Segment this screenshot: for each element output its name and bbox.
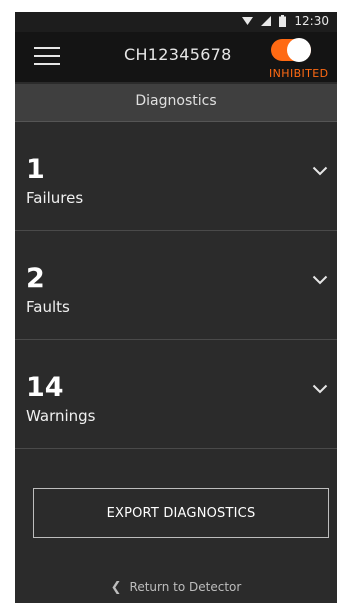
app-bar: CH12345678 INHIBITED <box>15 32 337 82</box>
diagnostic-row-failures[interactable]: 1 Failures <box>15 122 337 231</box>
inhibit-toggle[interactable] <box>271 38 311 62</box>
diagnostic-row-faults[interactable]: 2 Faults <box>15 231 337 340</box>
chevron-down-icon[interactable] <box>312 166 328 176</box>
faults-count: 2 <box>26 263 45 294</box>
hamburger-menu-icon[interactable] <box>34 45 60 67</box>
diagnostic-row-warnings[interactable]: 14 Warnings <box>15 340 337 449</box>
toggle-knob <box>287 38 311 62</box>
chevron-down-icon[interactable] <box>312 384 328 394</box>
warnings-label: Warnings <box>26 407 96 425</box>
chevron-down-icon[interactable] <box>312 275 328 285</box>
wifi-icon <box>242 16 254 26</box>
status-bar: 12:30 <box>15 12 337 32</box>
failures-label: Failures <box>26 189 84 207</box>
faults-label: Faults <box>26 298 70 316</box>
inhibit-status-label: INHIBITED <box>269 67 329 80</box>
device-id-title: CH12345678 <box>124 45 232 64</box>
return-link-label: Return to Detector <box>129 580 242 594</box>
warnings-count: 14 <box>26 372 64 403</box>
battery-icon <box>279 15 287 27</box>
status-time: 12:30 <box>294 14 329 28</box>
export-diagnostics-button[interactable]: EXPORT DIAGNOSTICS <box>33 488 329 538</box>
page-title: Diagnostics <box>135 93 217 109</box>
failures-count: 1 <box>26 154 45 185</box>
signal-icon <box>261 16 272 26</box>
app-screen: 12:30 CH12345678 INHIBITED Diagnostics 1… <box>15 12 337 603</box>
page-header: Diagnostics <box>15 84 337 122</box>
chevron-left-icon: ❮ <box>110 580 122 595</box>
return-to-detector-link[interactable]: ❮ Return to Detector <box>15 580 337 595</box>
